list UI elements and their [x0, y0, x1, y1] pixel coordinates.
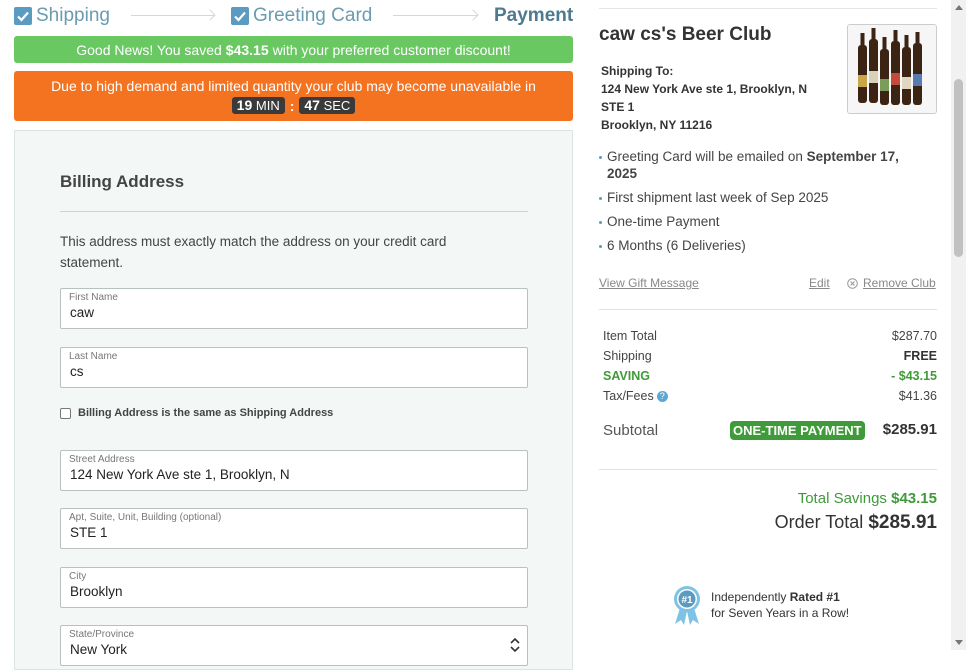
- step-label: Shipping: [36, 5, 110, 26]
- field-value: cs: [70, 364, 84, 379]
- timer-colon: :: [289, 97, 295, 114]
- subtotal-row: Subtotal ONE-TIME PAYMENT $285.91: [603, 420, 937, 442]
- field-value: Brooklyn: [70, 584, 123, 599]
- checkbox-checked-icon: [14, 7, 32, 25]
- award-ribbon-icon: #1: [674, 586, 700, 625]
- street-address-field[interactable]: Street Address 124 New York Ave ste 1, B…: [60, 450, 528, 491]
- ship-line-1: 124 New York Ave ste 1, Brooklyn, N: [601, 82, 808, 96]
- rated-number-one-badge: #1 Independently Rated #1 for Seven Year…: [671, 584, 849, 626]
- countdown-timer: 19 MIN : 47 SEC: [14, 97, 573, 114]
- divider: [60, 211, 528, 212]
- discount-suffix: with your preferred customer discount!: [272, 41, 511, 58]
- help-icon[interactable]: ?: [656, 391, 668, 402]
- step-shipping[interactable]: Shipping: [14, 3, 110, 29]
- step-label: Payment: [494, 5, 574, 26]
- svg-text:#1: #1: [681, 595, 693, 606]
- billing-address-panel: Billing Address This address must exactl…: [14, 130, 573, 670]
- same-as-shipping-checkbox[interactable]: Billing Address is the same as Shipping …: [60, 407, 333, 419]
- billing-title: Billing Address: [60, 172, 185, 191]
- field-label: First Name: [69, 292, 118, 303]
- field-label: Apt, Suite, Unit, Building (optional): [69, 512, 222, 523]
- discount-amount: $43.15: [225, 41, 269, 58]
- ship-line-2: STE 1: [601, 100, 635, 114]
- checkbox-unchecked-icon[interactable]: [60, 407, 71, 419]
- field-label: Street Address: [69, 454, 135, 465]
- payment-type-badge: ONE-TIME PAYMENT: [730, 421, 865, 440]
- step-greeting-card[interactable]: Greeting Card: [231, 3, 372, 29]
- field-label: City: [69, 571, 87, 582]
- club-title: caw cs's Beer Club: [599, 24, 772, 45]
- step-arrow-icon: [131, 15, 214, 16]
- timer-seconds: 47 SEC: [299, 97, 356, 114]
- shipping-row: Shipping FREE: [603, 349, 937, 363]
- billing-note: This address must exactly match the addr…: [60, 234, 447, 270]
- field-value: 124 New York Ave ste 1, Brooklyn, N: [70, 467, 290, 482]
- list-item: 6 Months (6 Deliveries): [599, 237, 929, 254]
- total-savings: Total Savings $43.15: [797, 490, 937, 507]
- urgency-banner: Due to high demand and limited quantity …: [14, 71, 573, 121]
- step-arrow-icon: [393, 15, 477, 16]
- discount-prefix: Good News! You saved: [76, 41, 222, 58]
- city-field[interactable]: City Brooklyn: [60, 567, 528, 608]
- discount-banner: Good News! You saved $43.15 with your pr…: [14, 36, 573, 63]
- scroll-up-icon[interactable]: [955, 5, 963, 10]
- scroll-down-icon[interactable]: [955, 640, 963, 645]
- field-value: caw: [70, 305, 95, 320]
- shipping-to-block: Shipping To: 124 New York Ave ste 1, Bro…: [601, 62, 831, 134]
- field-label: State/Province: [69, 629, 135, 640]
- edit-link[interactable]: Edit: [809, 276, 830, 290]
- checkbox-checked-icon: [231, 7, 249, 25]
- list-item: One-time Payment: [599, 213, 929, 230]
- order-total: Order Total $285.91: [774, 512, 937, 533]
- state-province-select[interactable]: State/Province New York: [60, 625, 528, 666]
- summary-top-divider: [599, 8, 937, 9]
- view-gift-message-link[interactable]: View Gift Message: [599, 276, 699, 290]
- item-total-row: Item Total $287.70: [603, 329, 937, 343]
- beer-bottles-image: [847, 24, 937, 114]
- checkout-steps: Shipping Greeting Card Payment: [14, 3, 574, 29]
- list-item: Greeting Card will be emailed on Septemb…: [599, 148, 929, 182]
- remove-circle-icon: [847, 277, 858, 289]
- step-payment: Payment: [494, 3, 573, 29]
- apt-suite-field[interactable]: Apt, Suite, Unit, Building (optional) ST…: [60, 508, 528, 549]
- list-item: First shipment last week of Sep 2025: [599, 189, 929, 206]
- field-label: Last Name: [69, 351, 118, 362]
- ship-line-3: Brooklyn, NY 11216: [601, 118, 713, 132]
- tax-fees-row: Tax/Fees? $41.36: [603, 389, 937, 403]
- price-breakdown: Item Total $287.70 Shipping FREE SAVING - $…: [603, 329, 937, 409]
- step-label: Greeting Card: [253, 5, 373, 26]
- remove-club-button[interactable]: Remove Club: [847, 276, 936, 290]
- ship-to-label: Shipping To:: [601, 64, 674, 78]
- same-as-shipping-label: Billing Address is the same as Shipping …: [78, 407, 334, 419]
- remove-club-link[interactable]: Remove Club: [863, 276, 936, 290]
- first-name-field[interactable]: First Name caw: [60, 288, 528, 329]
- saving-row: SAVING - $43.15: [603, 369, 937, 383]
- scrollbar-thumb[interactable]: [954, 79, 963, 257]
- page-scrollbar[interactable]: [951, 0, 966, 650]
- divider: [599, 469, 937, 470]
- field-value: STE 1: [70, 525, 108, 540]
- subtotal-label: Subtotal: [603, 422, 659, 439]
- urgency-text: Due to high demand and limited quantity …: [51, 78, 536, 94]
- club-details-list: Greeting Card will be emailed on Septemb…: [599, 148, 929, 261]
- last-name-field[interactable]: Last Name cs: [60, 347, 528, 388]
- subtotal-value: $285.91: [882, 421, 937, 438]
- timer-minutes: 19 MIN: [231, 97, 285, 114]
- club-actions: View Gift Message Edit Remove Club: [599, 276, 937, 292]
- divider: [599, 309, 937, 310]
- select-arrows-icon: [510, 637, 520, 653]
